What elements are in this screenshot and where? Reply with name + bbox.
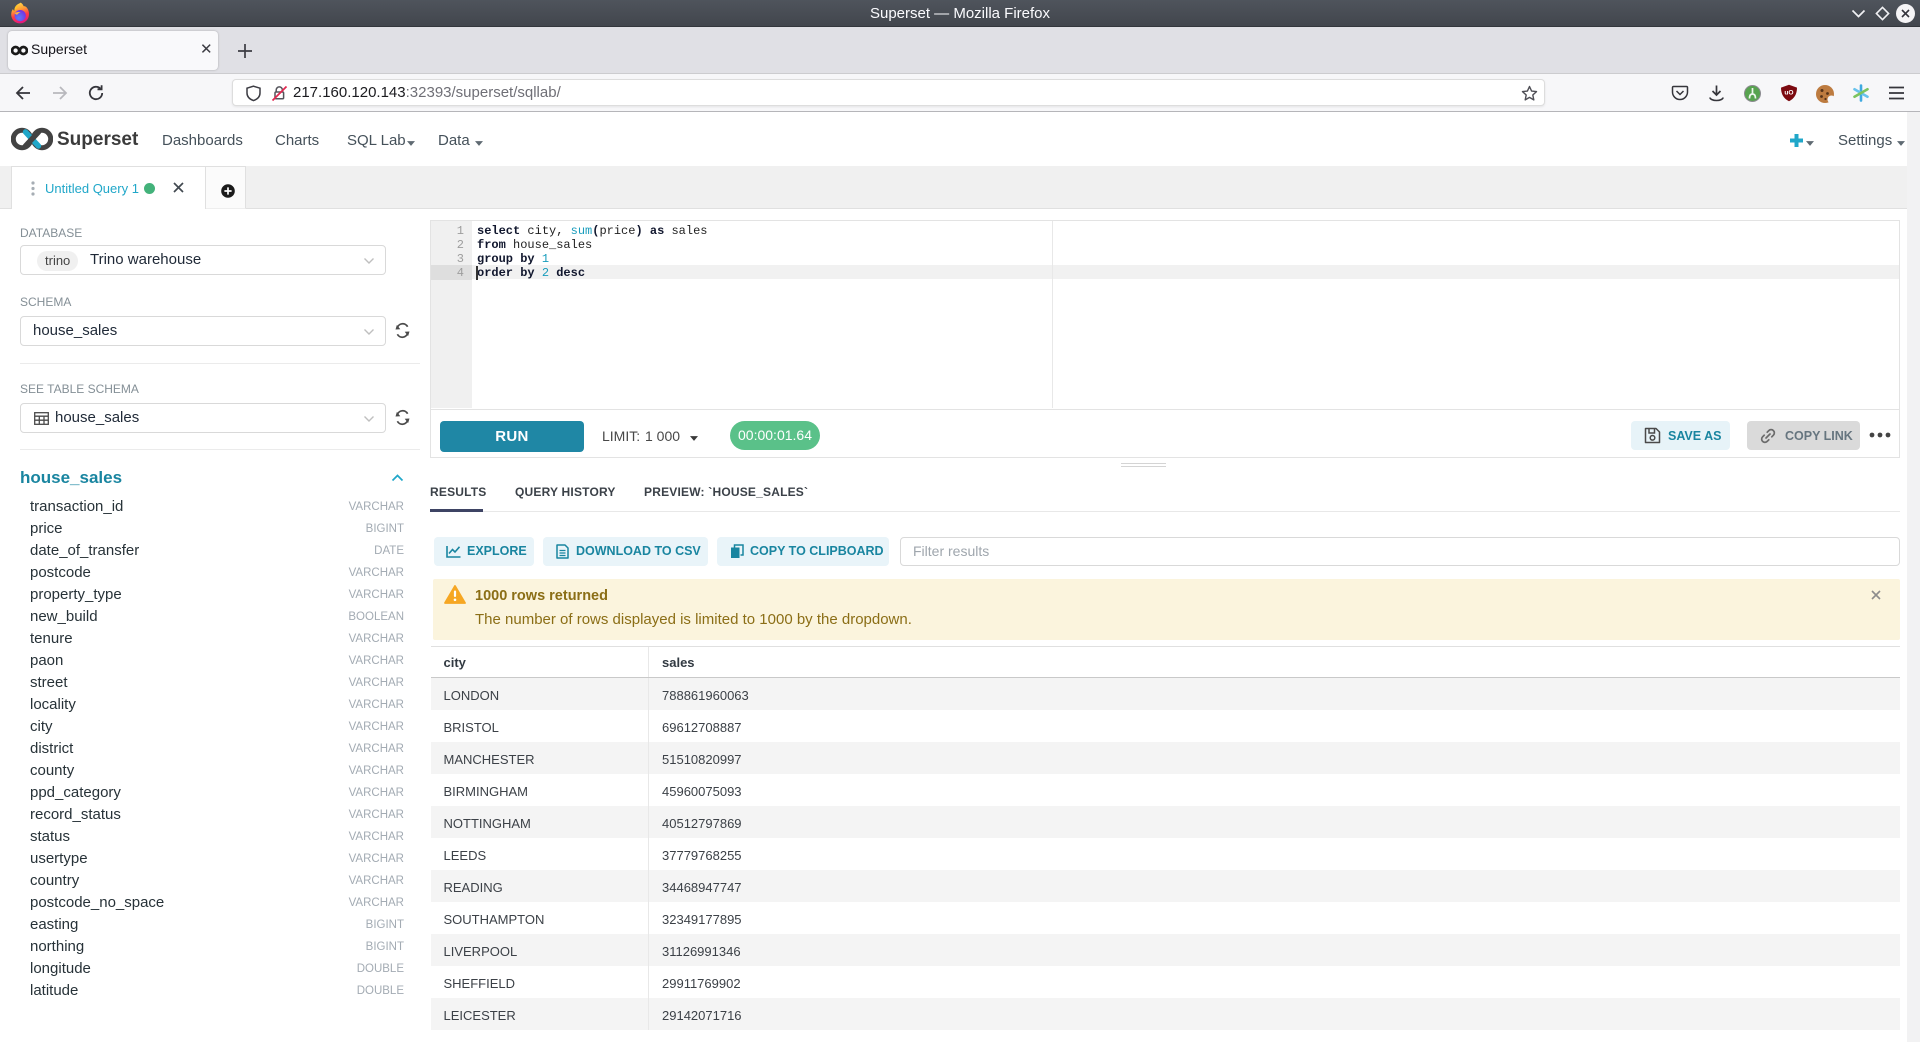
svg-text:uO: uO bbox=[1784, 90, 1793, 97]
